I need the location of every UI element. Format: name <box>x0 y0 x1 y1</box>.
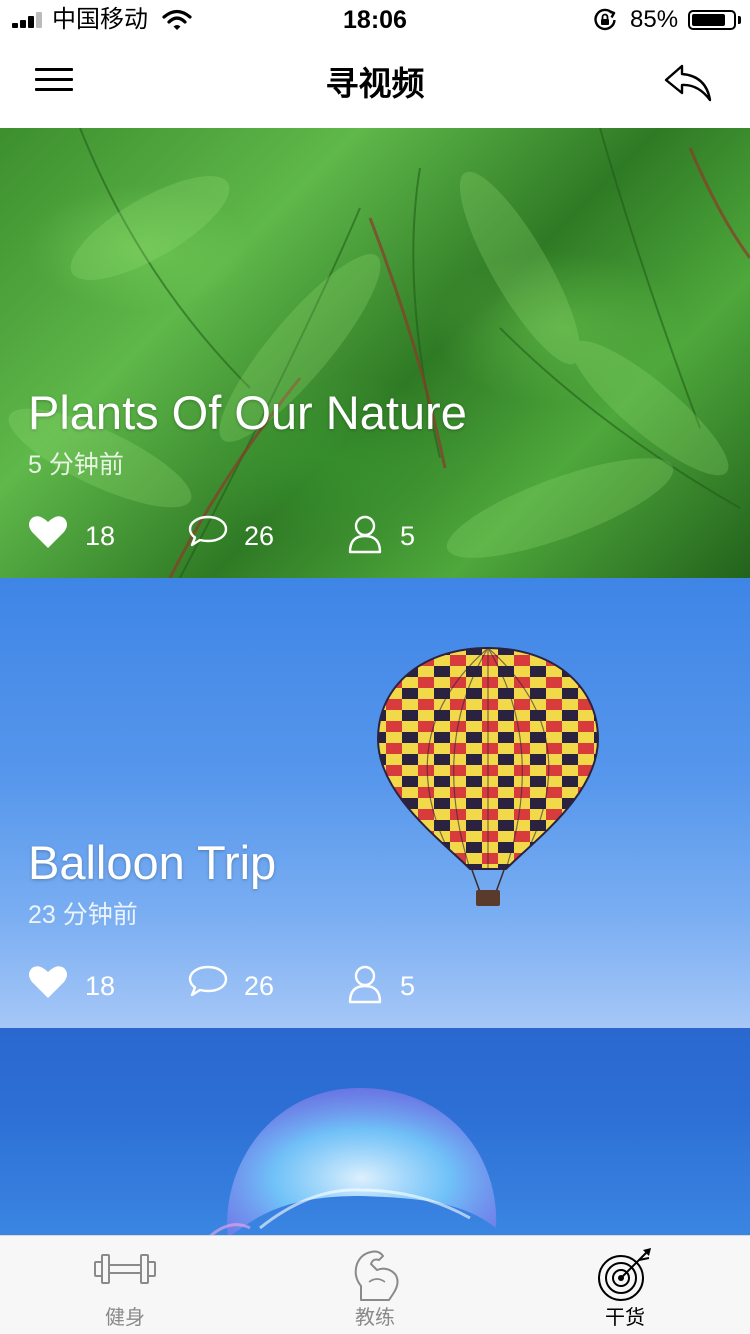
comment-button[interactable]: 26 <box>188 964 288 1008</box>
status-bar: 中国移动 18:06 85% <box>0 0 750 40</box>
rotation-lock-icon <box>594 8 616 31</box>
comment-count: 26 <box>244 971 275 1001</box>
battery-cap <box>738 16 741 24</box>
hot-air-balloon-icon <box>376 646 600 906</box>
comment-icon <box>188 965 228 997</box>
share-reply-icon[interactable] <box>660 62 716 106</box>
jellyfish-icon <box>209 1088 497 1235</box>
card-stats: 18 26 5 <box>0 514 750 558</box>
battery-percent: 85% <box>630 6 679 33</box>
fern-leaves-photo <box>8 128 750 578</box>
video-feed: Plants Of Our Nature 5 分钟前 18 26 5 Ballo… <box>0 128 750 1235</box>
tab-coach[interactable]: 教练 <box>250 1236 500 1334</box>
viewer-count: 5 <box>400 521 416 551</box>
comment-button[interactable]: 26 <box>188 514 288 558</box>
dumbbell-icon <box>94 1254 156 1284</box>
video-card[interactable]: Balloon Trip 23 分钟前 18 26 5 <box>0 578 750 1028</box>
battery-fill <box>692 14 726 26</box>
nav-bar: 寻视频 <box>0 40 750 128</box>
card-title: Plants Of Our Nature <box>28 386 467 439</box>
tab-label: 干货 <box>605 1307 645 1329</box>
battery-icon <box>688 10 736 30</box>
muscle-arm-icon <box>354 1250 399 1301</box>
target-dart-icon <box>598 1248 651 1301</box>
viewers-button[interactable]: 5 <box>347 514 427 558</box>
heart-icon <box>29 516 67 548</box>
viewer-count: 5 <box>400 971 416 1001</box>
user-icon <box>348 965 382 1004</box>
user-icon <box>348 515 382 554</box>
comment-count: 26 <box>244 521 275 551</box>
video-card[interactable] <box>0 1028 750 1235</box>
card-title: Balloon Trip <box>28 836 277 889</box>
card-timestamp: 23 分钟前 <box>28 901 138 929</box>
tab-label: 教练 <box>355 1307 395 1329</box>
like-count: 18 <box>85 521 116 551</box>
card-stats: 18 26 5 <box>0 964 750 1008</box>
like-count: 18 <box>85 971 116 1001</box>
comment-icon <box>188 515 228 547</box>
viewers-button[interactable]: 5 <box>347 964 427 1008</box>
video-card[interactable]: Plants Of Our Nature 5 分钟前 18 26 5 <box>0 128 750 578</box>
page-title: 寻视频 <box>325 65 425 102</box>
tab-tips[interactable]: 干货 <box>500 1236 750 1334</box>
like-button[interactable]: 18 <box>28 964 128 1008</box>
card-timestamp: 5 分钟前 <box>28 451 124 479</box>
like-button[interactable]: 18 <box>28 514 128 558</box>
tab-bar: 健身 教练 干货 <box>0 1235 750 1334</box>
heart-icon <box>29 966 67 998</box>
tab-fitness[interactable]: 健身 <box>0 1236 250 1334</box>
tab-label: 健身 <box>105 1307 145 1329</box>
